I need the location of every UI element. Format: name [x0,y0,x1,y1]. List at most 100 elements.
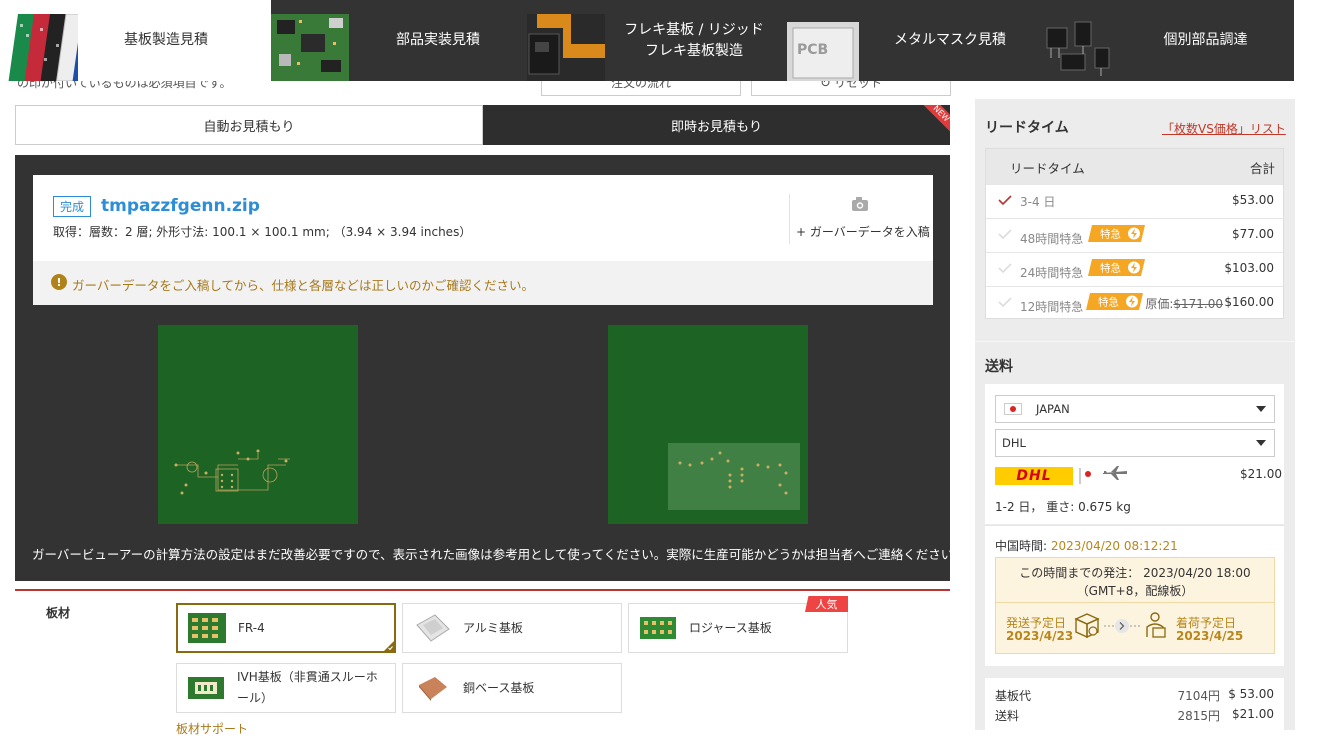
material-option-copper[interactable]: 銅ベース基板 [402,663,622,713]
ship-date: 2023/4/23 [1006,629,1074,643]
nav-tab-label: 個別部品調達 [1163,32,1248,48]
material-support-link[interactable]: 板材サポート [176,720,248,737]
country-select[interactable]: JAPAN [995,395,1275,423]
warning-text: ガーバーデータをご入稿してから、仕様と各層などは正しいのかご確認ください。 [72,278,535,293]
price-list-link[interactable]: 「枚数VS価格」リスト [1162,120,1286,137]
lead-time-label: 24時間特急 [1020,266,1084,280]
chevron-down-icon [1256,406,1266,412]
nav-tab-parts-sourcing[interactable]: 個別部品調達 [1039,0,1294,81]
option-label-line2: ール） [237,691,274,705]
option-label-line1: IVH基板（非貫通スルーホ [237,670,378,684]
nav-tab-label-line1: フレキ基板 / リジッド [624,21,764,38]
carrier-select[interactable]: DHL [995,429,1275,457]
nav-tab-label: メタルマスク見積 [894,32,1006,48]
express-badge: 特急 [1086,293,1143,310]
option-label: IVH基板（非貫通スルーホ ール） [237,667,378,709]
express-badge-label: 特急 [1098,296,1119,309]
cost-label: 送料 [995,709,1020,723]
check-icon [998,263,1012,273]
viewer-note: ガーバービューアーの計算方法の設定はまだ改善必要ですので、表示された画像は参考用… [32,547,966,562]
divider [789,194,790,244]
fr4-board-icon [188,613,226,643]
tab-instant-quote[interactable]: 即時お見積もり NEW [483,105,950,145]
cost-summary [985,678,1284,730]
express-badge: 特急 [1088,225,1145,242]
lead-time-row[interactable]: 3-4 日 $53.00 [986,184,1283,218]
dhl-logo: DHL [995,467,1073,485]
tab-auto-quote[interactable]: 自動お見積もり [15,105,483,145]
material-option-fr4[interactable]: FR-4 [176,603,396,653]
copper-board-icon [419,677,447,701]
nav-tab-metal-mask[interactable]: PCB メタルマスク見積 [783,0,1039,81]
delivery-person-icon [1146,612,1166,638]
arrival-date: 2023/4/25 [1176,629,1244,643]
carrier-value: DHL [1002,436,1026,450]
top-layer-traces [176,453,290,492]
nav-tab-assembly-quote[interactable]: 部品実装見積 [271,0,527,81]
cost-usd: $21.00 [1232,707,1274,721]
material-option-aluminum[interactable]: アルミ基板 [402,603,622,653]
svg-text:PCB: PCB [797,42,828,58]
cost-yen: 2815円 [1177,709,1220,723]
bottom-silk-area [668,443,800,510]
arrow-right-icon [1104,619,1140,633]
lead-time-col-total: 合計 [1250,161,1276,176]
express-badge-label: 特急 [1100,262,1121,275]
divider [996,602,1274,603]
cost-yen: 7104円 [1177,689,1220,703]
gerber-filename: tmpazzfgenn.zip [101,196,260,216]
material-option-ivh[interactable]: IVH基板（非貫通スルーホ ール） [176,663,396,713]
china-time-label: 中国時間: [995,539,1048,553]
cutoff-timezone: （GMT+8，配線板） [1076,584,1194,598]
tab-label: 即時お見積もり [670,119,762,135]
upload-gerber-button[interactable]: + ガーバーデータを入稿 [796,223,930,240]
lead-time-row[interactable]: 12時間特急 特急 原価:$171.00 $160.00 [986,286,1283,320]
lead-time-label: 12時間特急 [1020,300,1084,314]
lead-time-price: $103.00 [1224,261,1274,275]
japan-flag-icon [1079,468,1081,484]
aluminum-board-icon [416,614,450,642]
check-icon [998,195,1012,205]
option-label: FR-4 [238,620,265,635]
status-badge: 完成 [53,196,91,217]
assembly-board-thumbnail [271,14,349,81]
lead-time-label: 3-4 日 [1020,195,1056,209]
option-label: アルミ基板 [463,620,523,635]
package-icon [1074,613,1100,639]
shipping-price: $21.00 [1240,467,1282,481]
cost-usd: $ 53.00 [1228,687,1274,701]
lead-time-row[interactable]: 24時間特急 特急 $103.00 [986,252,1283,286]
lead-time-label: 48時間特急 [1020,232,1084,246]
nav-tab-label: 部品実装見積 [396,32,480,48]
nav-tab-pcb-quote[interactable]: 基板製造見積 [0,0,271,81]
shipping-days-weight: 1-2 日， 重さ: 0.675 kg [995,500,1131,514]
camera-icon[interactable] [851,196,869,212]
chevron-down-icon [1256,440,1266,446]
pcb-boards-thumbnail [0,14,78,81]
lead-time-price: $77.00 [1232,227,1274,241]
top-nav: 基板製造見積 部品実装見積 フレキ基板 / リジッド フレキ基板製造 PCB メ… [0,0,1322,81]
japan-flag-icon [1004,403,1022,415]
popular-badge: 人気 [805,596,848,612]
option-label: 銅ベース基板 [463,680,535,695]
file-info: 取得：層数：2 層; 外形寸法: 100.1 × 100.1 mm; （3.94… [53,225,472,239]
nav-tab-flex-pcb[interactable]: フレキ基板 / リジッド フレキ基板製造 [527,0,783,81]
selected-check-icon [384,641,394,651]
flex-board-thumbnail [527,14,605,81]
nav-tab-label: フレキ基板 / リジッド フレキ基板製造 [605,0,783,81]
nav-tab-label-line2: フレキ基板製造 [645,42,743,59]
airplane-icon [1103,466,1127,480]
material-label: 板材 [46,606,71,620]
ivh-board-icon [188,677,224,699]
tab-label: 自動お見積もり [203,119,295,135]
original-price: 原価:$171.00 [1145,295,1223,312]
lead-time-row[interactable]: 48時間特急 特急 $77.00 [986,218,1283,252]
new-badge: NEW [921,105,950,134]
metal-mask-thumbnail: PCB [783,14,861,81]
cutoff-time: この時間までの発注： 2023/04/20 18:00 [1019,566,1251,580]
shipping-title: 送料 [985,359,1013,375]
country-value: JAPAN [1036,402,1070,416]
gerber-bottom-preview [608,325,808,524]
parts-thumbnail [1039,14,1117,81]
lead-time-price: $53.00 [1232,193,1274,207]
